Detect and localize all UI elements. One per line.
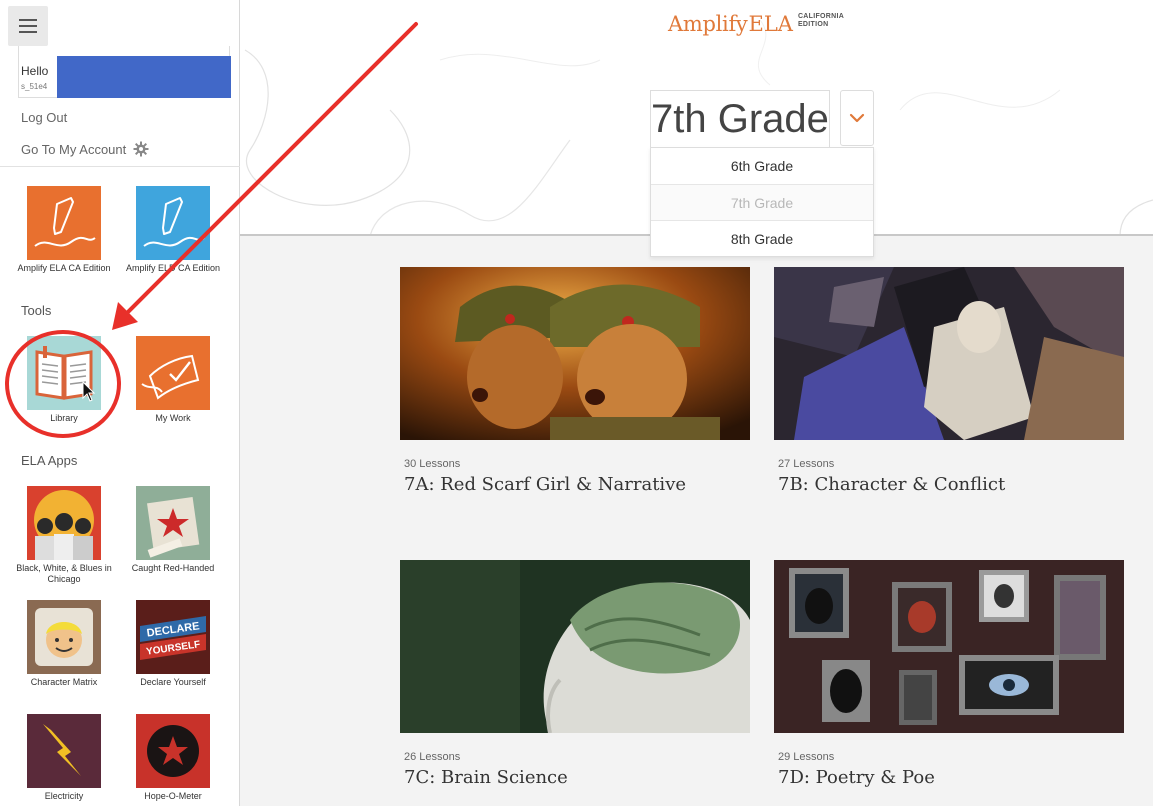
- menu-button[interactable]: [8, 6, 48, 46]
- gear-icon: [133, 141, 149, 157]
- tool-my-work[interactable]: My Work: [125, 336, 221, 424]
- grade-selector[interactable]: 7th Grade: [650, 90, 830, 148]
- unit-card-7a[interactable]: 30 Lessons 7A: Red Scarf Girl & Narrativ…: [400, 267, 750, 495]
- tool-my-work-label: My Work: [155, 413, 191, 423]
- brand-edition: CALIFORNIA EDITION: [798, 13, 844, 29]
- sidebar-divider: [0, 166, 240, 167]
- app-electricity[interactable]: Electricity: [16, 714, 112, 802]
- unit-7b-title[interactable]: 7B: Character & Conflict: [778, 474, 1124, 495]
- tool-library-label: Library: [50, 413, 78, 423]
- sidebar: Hello s_51e4 Log Out Go To My Account Am…: [0, 0, 240, 806]
- unit-7a-lessons: 30 Lessons: [404, 458, 461, 470]
- unit-card-7c[interactable]: 26 Lessons 7C: Brain Science: [400, 560, 750, 788]
- redacted-name: [57, 56, 231, 98]
- tool-library[interactable]: Library: [16, 336, 112, 424]
- unit-7b-lessons: 27 Lessons: [778, 458, 835, 470]
- star-film-icon: [136, 486, 210, 560]
- unit-7c-image[interactable]: [400, 560, 750, 733]
- app-amplify-eld-label: Amplify ELD CA Edition: [125, 263, 221, 273]
- chevron-down-icon: [849, 113, 865, 123]
- app-amplify-eld[interactable]: Amplify ELD CA Edition: [125, 186, 221, 274]
- units-grid: 30 Lessons 7A: Red Scarf Girl & Narrativ…: [240, 236, 1153, 806]
- ela-apps-heading: ELA Apps: [21, 453, 78, 468]
- unit-card-7b[interactable]: 27 Lessons 7B: Character & Conflict: [774, 267, 1124, 495]
- lightning-icon: [27, 714, 101, 788]
- grade-dropdown-toggle[interactable]: [840, 90, 874, 146]
- people-icon: [27, 486, 101, 560]
- app-hope-o-meter[interactable]: Hope-O-Meter: [125, 714, 221, 802]
- grade-current: 7th Grade: [651, 97, 829, 141]
- unit-card-7d[interactable]: 29 Lessons 7D: Poetry & Poe: [774, 560, 1124, 788]
- app-hope-o-meter-label: Hope-O-Meter: [144, 791, 202, 801]
- unit-7d-image[interactable]: [774, 560, 1124, 733]
- unit-7d-lessons: 29 Lessons: [778, 751, 835, 763]
- app-character-matrix[interactable]: Character Matrix: [16, 600, 112, 688]
- unit-7d-title[interactable]: 7D: Poetry & Poe: [778, 767, 1124, 788]
- app-caught-red-handed[interactable]: Caught Red-Handed: [125, 486, 221, 574]
- unit-7a-image[interactable]: [400, 267, 750, 440]
- checklist-icon: [136, 336, 210, 410]
- account-link[interactable]: Go To My Account: [21, 141, 149, 157]
- app-declare-yourself[interactable]: DECLARE YOURSELF Declare Yourself: [125, 600, 221, 688]
- greeting: Hello: [21, 64, 49, 78]
- app-character-matrix-label: Character Matrix: [30, 677, 98, 687]
- app-electricity-label: Electricity: [44, 791, 84, 801]
- brand-logo: Amplify ELA CALIFORNIA EDITION: [668, 10, 844, 36]
- app-amplify-ela-label: Amplify ELA CA Edition: [17, 263, 111, 273]
- brand-suffix: ELA: [748, 12, 793, 36]
- username: s_51e4: [21, 82, 48, 91]
- banner-icon: DECLARE YOURSELF: [136, 600, 210, 674]
- hamburger-icon: [19, 19, 37, 33]
- pen-icon: [136, 186, 210, 260]
- edition-line-2: EDITION: [797, 21, 829, 28]
- book-icon: [27, 336, 101, 410]
- logout-link[interactable]: Log Out: [21, 110, 67, 125]
- unit-7a-title[interactable]: 7A: Red Scarf Girl & Narrative: [404, 474, 750, 495]
- face-icon: [27, 600, 101, 674]
- app-black-white-blues-label: Black, White, & Blues in Chicago: [16, 563, 112, 584]
- unit-7c-title[interactable]: 7C: Brain Science: [404, 767, 750, 788]
- grade-option-6[interactable]: 6th Grade: [651, 148, 873, 184]
- unit-7b-image[interactable]: [774, 267, 1124, 440]
- brand-name: Amplify: [668, 12, 748, 36]
- unit-7c-lessons: 26 Lessons: [404, 751, 461, 763]
- grade-option-8[interactable]: 8th Grade: [651, 220, 873, 256]
- star-icon: [136, 714, 210, 788]
- tools-heading: Tools: [21, 303, 52, 318]
- user-info: Hello s_51e4: [18, 46, 231, 98]
- app-declare-yourself-label: Declare Yourself: [140, 677, 206, 687]
- grade-option-7[interactable]: 7th Grade: [651, 184, 873, 220]
- app-amplify-ela[interactable]: Amplify ELA CA Edition: [16, 186, 112, 274]
- pen-icon: [27, 186, 101, 260]
- account-link-label: Go To My Account: [21, 141, 127, 157]
- edition-line-1: CALIFORNIA: [797, 13, 845, 20]
- grade-dropdown-menu: 6th Grade 7th Grade 8th Grade: [650, 147, 874, 257]
- app-black-white-blues[interactable]: Black, White, & Blues in Chicago: [16, 486, 112, 585]
- app-caught-red-handed-label: Caught Red-Handed: [131, 563, 215, 573]
